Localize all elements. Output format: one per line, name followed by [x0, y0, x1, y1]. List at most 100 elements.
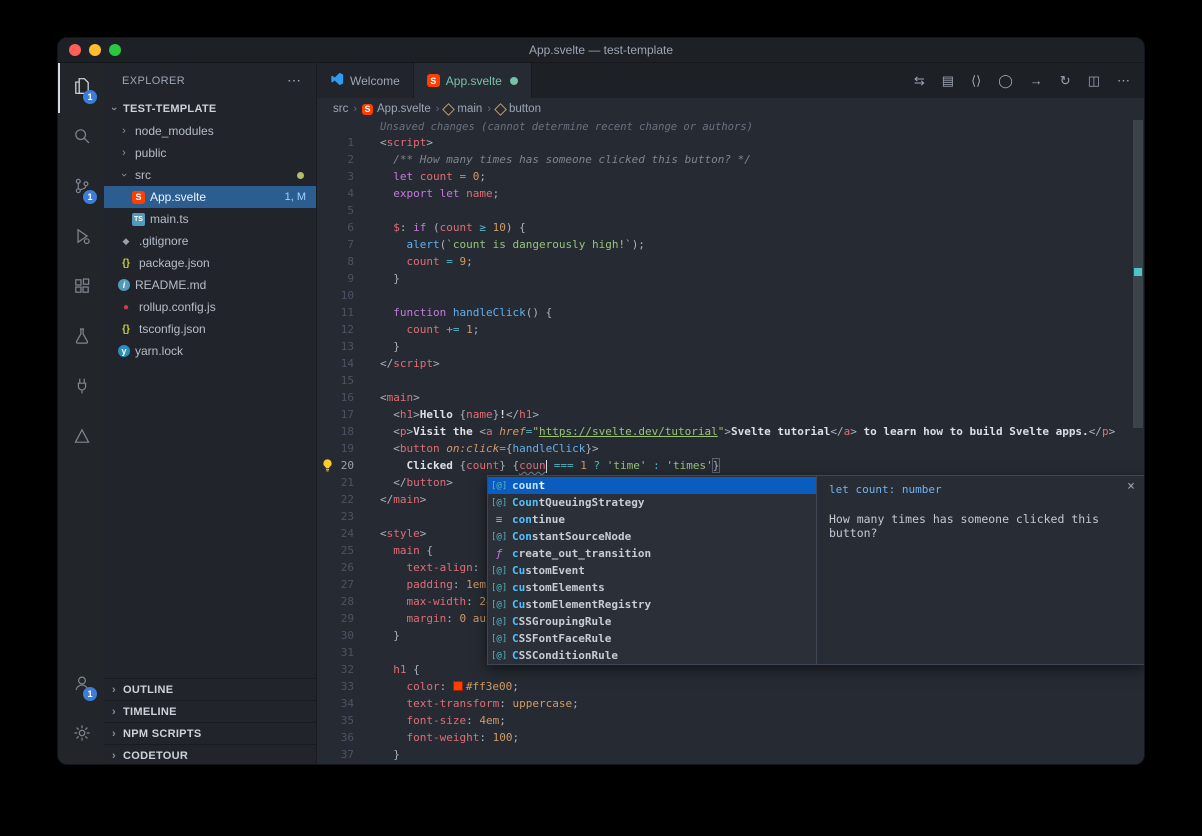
activity-item-settings[interactable]: [58, 710, 104, 760]
activity-item-run-debug[interactable]: [58, 213, 104, 263]
tree-item-gitignore[interactable]: ◆.gitignore: [104, 230, 316, 252]
code-line[interactable]: 36 font-weight: 100;: [317, 729, 1144, 746]
breadcrumb-item-src[interactable]: src: [333, 103, 348, 115]
code-line[interactable]: 10: [317, 287, 1144, 304]
activity-item-extensions[interactable]: [58, 263, 104, 313]
suggestion-countqueuingstrategy[interactable]: [@]CountQueuingStrategy: [488, 494, 816, 511]
tree-item-main-ts[interactable]: TSmain.ts: [104, 208, 316, 230]
code-line[interactable]: 5: [317, 202, 1144, 219]
function-symbol-icon: ƒ: [491, 547, 507, 560]
code-line[interactable]: 14</script>: [317, 355, 1144, 372]
code-line[interactable]: 15: [317, 372, 1144, 389]
activity-item-azure[interactable]: [58, 413, 104, 463]
go-forward-icon[interactable]: →: [1030, 73, 1043, 88]
line-number: 37: [317, 746, 380, 763]
code-line[interactable]: 18 <p>Visit the <a href="https://svelte.…: [317, 423, 1144, 440]
breadcrumb-item-app-svelte[interactable]: SApp.svelte: [362, 103, 431, 115]
minimize-window-button[interactable]: [89, 44, 101, 56]
split-editor-icon[interactable]: ◫: [1088, 73, 1100, 89]
code-line[interactable]: 13 }: [317, 338, 1144, 355]
tab-label: Welcome: [350, 74, 400, 88]
tree-item-rollup-config-js[interactable]: ●rollup.config.js: [104, 296, 316, 318]
tree-item-node-modules[interactable]: ›node_modules: [104, 120, 316, 142]
suggestion-customevent[interactable]: [@]CustomEvent: [488, 562, 816, 579]
code-editor[interactable]: Unsaved changes (cannot determine recent…: [317, 120, 1144, 765]
activity-item-accounts[interactable]: 1: [58, 660, 104, 710]
explorer-more-actions-icon[interactable]: ⋯: [287, 72, 302, 89]
code-line[interactable]: 9 }: [317, 270, 1144, 287]
sidebar-panel-codetour[interactable]: ›CODETOUR: [104, 744, 316, 765]
lightbulb-icon[interactable]: [320, 458, 335, 473]
code-line[interactable]: 11 function handleClick() {: [317, 304, 1144, 321]
code-line[interactable]: 8 count = 9;: [317, 253, 1144, 270]
suggestion-customelementregistry[interactable]: [@] CustomElementRegistry: [488, 596, 816, 613]
code-line[interactable]: 34 text-transform: uppercase;: [317, 695, 1144, 712]
suggestion-cssgroupingrule[interactable]: [@]CSSGroupingRule: [488, 613, 816, 630]
more-actions-icon[interactable]: ⋯: [1117, 73, 1130, 89]
chevron-down-icon: ›: [118, 169, 130, 181]
suggestion-constantsourcenode[interactable]: [@]ConstantSourceNode: [488, 528, 816, 545]
tree-item-package-json[interactable]: {}package.json: [104, 252, 316, 274]
code-line[interactable]: 17 <h1>Hello {name}!</h1>: [317, 406, 1144, 423]
open-changes-icon[interactable]: ⟨⟩: [971, 73, 981, 89]
tree-item-app-svelte[interactable]: SApp.svelte1, M: [104, 186, 316, 208]
open-preview-icon[interactable]: ▤: [942, 73, 954, 89]
code-line[interactable]: 4 export let name;: [317, 185, 1144, 202]
window-title: App.svelte — test-template: [529, 43, 673, 57]
modified-dot-icon: [510, 77, 518, 85]
activity-item-source-control[interactable]: 1: [58, 163, 104, 213]
panel-label: CODETOUR: [123, 750, 188, 762]
suggestion-count[interactable]: [@]count: [488, 477, 816, 494]
code-line[interactable]: 12 count += 1;: [317, 321, 1144, 338]
code-line[interactable]: 3 let count = 0;: [317, 168, 1144, 185]
code-line[interactable]: 35 font-size: 4em;: [317, 712, 1144, 729]
activity-item-testing[interactable]: [58, 313, 104, 363]
close-window-button[interactable]: [69, 44, 81, 56]
activity-item-remote[interactable]: [58, 363, 104, 413]
suggestion-continue[interactable]: ≡continue: [488, 511, 816, 528]
suggestion-cssconditionrule[interactable]: [@]CSSConditionRule: [488, 647, 816, 664]
code-line[interactable]: 6 $: if (count ≥ 10) {: [317, 219, 1144, 236]
breadcrumb-item-button[interactable]: button: [496, 103, 541, 115]
suggestion-create-out-transition[interactable]: ƒcreate_out_transition: [488, 545, 816, 562]
tab-app-svelte[interactable]: SApp.svelte: [414, 63, 532, 98]
code-line[interactable]: 7 alert(`count is dangerously high!`);: [317, 236, 1144, 253]
title-bar[interactable]: App.svelte — test-template: [58, 38, 1144, 63]
variable-symbol-icon: [@]: [491, 600, 507, 610]
code-line[interactable]: 2 /** How many times has someone clicked…: [317, 151, 1144, 168]
activity-item-search[interactable]: [58, 113, 104, 163]
sync-icon[interactable]: ◯: [998, 73, 1013, 89]
tree-item-yarn-lock[interactable]: yyarn.lock: [104, 340, 316, 362]
line-number: 16: [317, 389, 380, 406]
file-history-icon[interactable]: ↻: [1060, 73, 1071, 89]
code-line[interactable]: 1<script>: [317, 134, 1144, 151]
code-line[interactable]: 16<main>: [317, 389, 1144, 406]
suggestion-customelements[interactable]: [@]customElements: [488, 579, 816, 596]
line-content: <p>Visit the <a href="https://svelte.dev…: [380, 423, 1115, 440]
code-line[interactable]: 33 color: #ff3e00;: [317, 678, 1144, 695]
color-swatch[interactable]: [453, 681, 463, 691]
close-icon[interactable]: ×: [1127, 479, 1135, 494]
compare-changes-icon[interactable]: ⇆: [914, 73, 925, 89]
sidebar-panel-npm-scripts[interactable]: ›NPM SCRIPTS: [104, 722, 316, 744]
line-number: 34: [317, 695, 380, 712]
sidebar-panel-timeline[interactable]: ›TIMELINE: [104, 700, 316, 722]
tree-item-src[interactable]: ›src: [104, 164, 316, 186]
variable-symbol-icon: [@]: [491, 532, 507, 542]
tree-item-tsconfig-json[interactable]: {}tsconfig.json: [104, 318, 316, 340]
project-root-header[interactable]: › TEST-TEMPLATE: [104, 98, 316, 120]
line-number: 11: [317, 304, 380, 321]
tab-welcome[interactable]: Welcome: [317, 63, 414, 98]
sidebar-panel-outline[interactable]: ›OUTLINE: [104, 678, 316, 700]
breadcrumb-item-main[interactable]: main: [444, 103, 482, 115]
code-line[interactable]: 20 Clicked {count} {coun === 1 ? 'time' …: [317, 457, 1144, 474]
suggestion-label: CustomElementRegistry: [512, 598, 651, 611]
suggestion-cssfontfacerule[interactable]: [@]CSSFontFaceRule: [488, 630, 816, 647]
activity-item-explorer[interactable]: 1: [58, 63, 104, 113]
zoom-window-button[interactable]: [109, 44, 121, 56]
code-line[interactable]: 19 <button on:click={handleClick}>: [317, 440, 1144, 457]
code-line[interactable]: 37 }: [317, 746, 1144, 763]
line-content: <main>: [380, 389, 420, 406]
tree-item-readme-md[interactable]: iREADME.md: [104, 274, 316, 296]
tree-item-public[interactable]: ›public: [104, 142, 316, 164]
